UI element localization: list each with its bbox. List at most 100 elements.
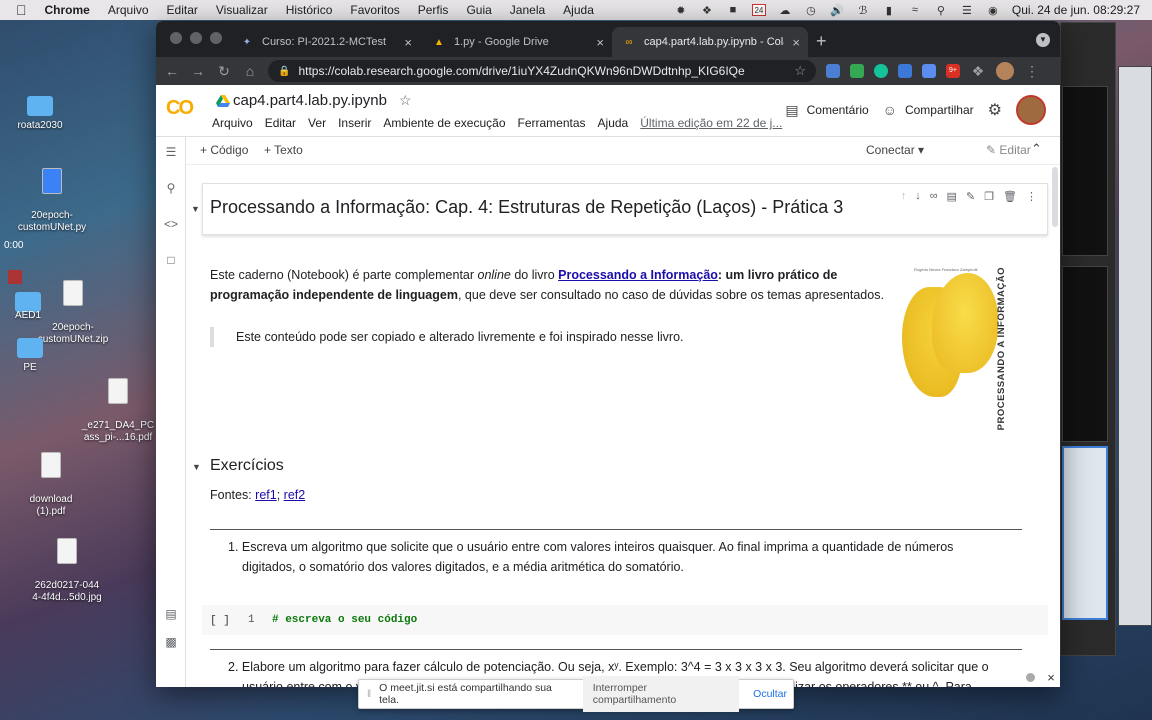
desktop-icon-download-pdf[interactable]: download (1).pdf	[1, 440, 101, 530]
bluetooth-icon[interactable]: ℬ	[856, 4, 870, 17]
translate-extension-icon[interactable]	[826, 64, 840, 78]
share-button[interactable]: ☺ Compartilhar	[883, 102, 974, 118]
mute-icon[interactable]: ■	[726, 4, 740, 16]
menu-item-historico[interactable]: Histórico	[286, 3, 333, 17]
comment-cell-icon[interactable]: ▤	[947, 190, 957, 203]
desktop-icon-jpg[interactable]: 262d0217-044 4-4f4d...5d0.jpg	[17, 526, 117, 616]
move-up-icon[interactable]: ↑	[901, 190, 907, 203]
background-window-panel[interactable]	[1062, 266, 1108, 442]
apple-menu-icon[interactable]: 	[16, 2, 27, 18]
tab-colab-notebook[interactable]: ∞ cap4.part4.lab.py.ipynb - Cola ×	[612, 27, 808, 57]
link-icon[interactable]: ∞	[930, 190, 938, 203]
code-snippets-icon[interactable]: <>	[164, 217, 178, 231]
colab-menu-ajuda[interactable]: Ajuda	[598, 116, 629, 130]
gear-status-icon[interactable]: ✹	[674, 4, 688, 17]
time-machine-icon[interactable]: ◷	[804, 4, 818, 17]
comment-button[interactable]: ▤ Comentário	[785, 102, 868, 119]
siri-icon[interactable]: ◉	[986, 4, 1000, 17]
reload-icon[interactable]: ↻	[216, 63, 232, 80]
menu-item-arquivo[interactable]: Arquivo	[108, 3, 149, 17]
colab-logo[interactable]: CO	[166, 97, 194, 120]
book-link[interactable]: Processando a Informação	[558, 268, 718, 282]
lock-icon[interactable]: 🔒	[278, 66, 290, 77]
profile-avatar[interactable]	[996, 62, 1014, 80]
menu-item-editar[interactable]: Editar	[167, 3, 198, 17]
menu-item-janela[interactable]: Janela	[510, 3, 545, 17]
user-avatar[interactable]	[1016, 95, 1046, 125]
extensions-puzzle-icon[interactable]: ❖	[970, 63, 986, 80]
star-notebook-icon[interactable]: ☆	[399, 92, 412, 109]
notebook-title[interactable]: cap4.part4.lab.py.ipynb	[233, 92, 387, 109]
hide-button[interactable]: Ocultar	[747, 682, 793, 706]
command-palette-icon[interactable]: ▤	[164, 607, 178, 621]
back-icon[interactable]: ←	[164, 63, 180, 79]
menubar-clock[interactable]: Qui. 24 de jun. 08:29:27	[1012, 3, 1140, 17]
battery-icon[interactable]: ▮	[882, 4, 896, 17]
colab-menu-editar[interactable]: Editar	[265, 116, 296, 130]
close-tab-icon[interactable]: ×	[404, 35, 412, 50]
close-window-button[interactable]	[170, 32, 182, 44]
close-icon[interactable]: ×	[1044, 670, 1058, 685]
home-icon[interactable]: ⌂	[242, 63, 258, 79]
menu-item-visualizar[interactable]: Visualizar	[216, 3, 268, 17]
menu-item-favoritos[interactable]: Favoritos	[350, 3, 399, 17]
forward-icon[interactable]: →	[190, 63, 206, 79]
tab-search-icon[interactable]: ▼	[1036, 33, 1050, 47]
connect-button[interactable]: Conectar ▾	[866, 143, 924, 157]
google-drive-icon[interactable]	[216, 95, 230, 107]
stop-sharing-button[interactable]: Interromper compartilhamento	[582, 676, 740, 712]
colab-menu-ambiente[interactable]: Ambiente de execução	[383, 116, 505, 130]
wifi-icon[interactable]: ≈	[908, 4, 922, 16]
chrome-menu-icon[interactable]: ⋮	[1024, 63, 1040, 80]
ref1-link[interactable]: ref1	[255, 488, 277, 502]
settings-gear-icon[interactable]: ⚙	[988, 100, 1002, 120]
tab-mctest[interactable]: ✦ Curso: PI-2021.2-MCTest ×	[230, 27, 420, 57]
control-center-icon[interactable]: ☰	[960, 4, 974, 17]
mirror-cell-icon[interactable]: ❐	[984, 190, 994, 203]
drive-extension-icon[interactable]	[850, 64, 864, 78]
volume-icon[interactable]: 🔊	[830, 4, 844, 17]
collapse-exercises-icon[interactable]: ▼	[192, 462, 201, 472]
background-window-edge[interactable]	[1118, 66, 1152, 626]
add-text-button[interactable]: + Texto	[264, 143, 303, 157]
spotlight-search-icon[interactable]: ⚲	[934, 4, 948, 17]
close-tab-icon[interactable]: ×	[792, 35, 800, 50]
edit-cell-icon[interactable]: ✎	[966, 190, 975, 203]
code-cell[interactable]: [ ] 1 # escreva o seu código	[202, 605, 1048, 635]
background-window-preview[interactable]	[1062, 446, 1108, 620]
bookmark-star-icon[interactable]: ☆	[794, 63, 806, 79]
grammarly-extension-icon[interactable]	[874, 64, 888, 78]
collapse-header-icon[interactable]: ⌃	[1031, 141, 1042, 157]
run-cell-button[interactable]: [ ]	[210, 615, 230, 627]
menu-item-guia[interactable]: Guia	[466, 3, 491, 17]
url-text[interactable]: https://colab.research.google.com/drive/…	[298, 64, 744, 78]
files-folder-icon[interactable]: □	[164, 253, 178, 267]
heading-cell[interactable]: ▼ Processando a Informação: Cap. 4: Estr…	[191, 183, 1048, 235]
colab-menu-ver[interactable]: Ver	[308, 116, 326, 130]
delete-cell-icon[interactable]: 🗑	[1003, 190, 1017, 203]
background-window-panel[interactable]	[1062, 86, 1108, 256]
notebook-scrollbar[interactable]	[1052, 167, 1058, 227]
table-of-contents-icon[interactable]: ☰	[164, 145, 178, 159]
code-content[interactable]: # escreva o seu código	[272, 614, 417, 626]
terminal-icon[interactable]: ▩	[164, 635, 178, 649]
minimize-window-button[interactable]	[190, 32, 202, 44]
tab-google-drive[interactable]: ▲ 1.py - Google Drive ×	[422, 27, 612, 57]
shield-extension-icon[interactable]	[898, 64, 912, 78]
maximize-window-button[interactable]	[210, 32, 222, 44]
pen-extension-icon[interactable]	[922, 64, 936, 78]
last-edit-link[interactable]: Última edição em 22 de j...	[640, 116, 782, 130]
address-bar[interactable]: 🔒 https://colab.research.google.com/driv…	[268, 60, 816, 82]
calendar-icon[interactable]: 24	[751, 4, 766, 16]
search-icon[interactable]: ⚲	[164, 181, 178, 195]
menu-app-name[interactable]: Chrome	[45, 3, 90, 17]
more-options-icon[interactable]: ⋮	[1026, 190, 1037, 203]
colab-menu-ferramentas[interactable]: Ferramentas	[518, 116, 586, 130]
dropbox-icon[interactable]: ❖	[700, 4, 714, 17]
drag-handle-icon[interactable]: ‖	[367, 689, 371, 700]
add-code-button[interactable]: + Código	[200, 143, 248, 157]
ref2-link[interactable]: ref2	[284, 488, 306, 502]
new-tab-button[interactable]: +	[816, 31, 827, 52]
move-down-icon[interactable]: ↓	[915, 190, 921, 203]
colab-menu-inserir[interactable]: Inserir	[338, 116, 371, 130]
